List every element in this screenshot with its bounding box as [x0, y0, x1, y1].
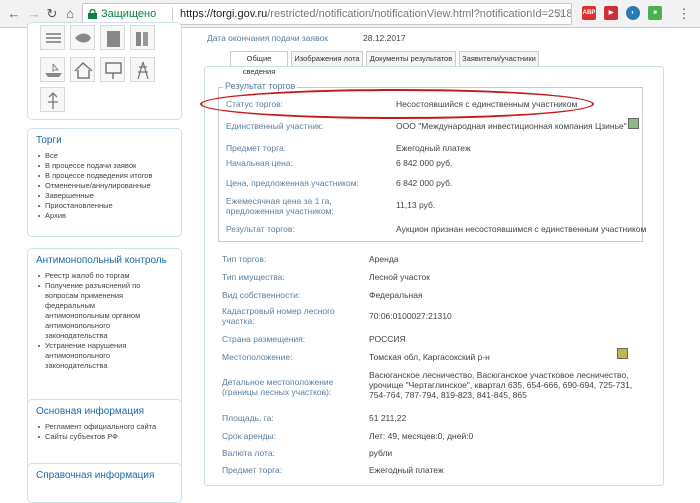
torgi-item-accepting[interactable]: В процессе подачи заявок — [37, 161, 181, 171]
lock-icon — [88, 9, 97, 19]
highlight-annotation — [200, 89, 594, 119]
menu-icon[interactable]: ⋮ — [676, 6, 692, 22]
sidebar: Торги Все В процессе подачи заявок В про… — [27, 22, 182, 503]
billboard-category-icon[interactable] — [100, 57, 125, 82]
main-info-panel-title: Основная информация — [36, 406, 145, 417]
antimonopoly-item-complaints[interactable]: Реестр жалоб по торгам — [37, 271, 181, 281]
url-text[interactable]: https://torgi.gov.ru/restricted/notifica… — [180, 4, 572, 24]
torgi-item-archive[interactable]: Архив — [37, 211, 181, 221]
power-line-category-icon[interactable] — [130, 57, 155, 82]
torgi-item-completed[interactable]: Завершенные — [37, 191, 181, 201]
url-host: https://torgi.gov.ru — [180, 8, 268, 20]
extension-red-icon[interactable]: ▶ — [604, 6, 618, 20]
reload-icon[interactable]: ↻ — [44, 6, 60, 22]
torgi-list: Все В процессе подачи заявок В процессе … — [28, 146, 181, 221]
water-category-icon[interactable] — [40, 25, 65, 50]
participant-details-icon[interactable] — [628, 118, 639, 129]
antenna-category-icon[interactable] — [40, 87, 65, 112]
map-icon[interactable] — [617, 348, 628, 359]
auction-type-label: Тип торгов: — [222, 254, 267, 264]
auction-type-value: Аренда — [369, 254, 399, 264]
category-icons-panel — [27, 22, 182, 120]
tab-lot-images[interactable]: Изображения лота — [291, 51, 363, 66]
country-value: РОССИЯ — [369, 334, 406, 344]
antimonopoly-item-violations[interactable]: Устранение нарушения антимонопольного за… — [37, 341, 152, 371]
currency-label: Валюта лота: — [222, 448, 275, 458]
bid-subject-value: Ежегодный платеж — [369, 465, 444, 475]
boat-category-icon[interactable] — [40, 57, 65, 82]
offered-price-label: Цена, предложенная участником: — [226, 178, 359, 188]
back-icon[interactable]: ← — [6, 6, 22, 22]
main-info-item-regulations[interactable]: Регламент официального сайта — [37, 422, 181, 432]
antimonopoly-panel-title: Антимонопольный контроль — [36, 255, 167, 266]
detailed-location-label: Детальное местоположение (границы лесных… — [222, 377, 334, 397]
deadline-value: 28.12.2017 — [363, 33, 406, 43]
reference-panel-title: Справочная информация — [36, 470, 155, 481]
subject-label: Предмет торга: — [226, 143, 287, 153]
omnibox-divider — [172, 7, 173, 21]
torgi-item-suspended[interactable]: Приостановленные — [37, 201, 181, 211]
subject-value: Ежегодный платеж — [396, 143, 471, 153]
forward-icon[interactable]: → — [26, 6, 42, 22]
reference-panel: Справочная информация — [27, 463, 182, 503]
country-label: Страна размещения: — [222, 334, 306, 344]
building-category-icon[interactable] — [100, 25, 125, 50]
tab-general[interactable]: Общие сведения — [230, 51, 288, 76]
results-legend: Результат торгов — [223, 81, 298, 91]
sole-participant-value[interactable]: ООО "Международная инвестиционная компан… — [396, 121, 627, 131]
detailed-location-value: Васюганское лесничество, Васюганское уча… — [369, 370, 633, 400]
lease-term-value: Лет: 49, месяцев:0, дней:0 — [369, 431, 474, 441]
tab-applicants[interactable]: Заявители/участники — [459, 51, 539, 66]
offered-price-value: 6 842 000 руб. — [396, 178, 453, 188]
ownership-label: Вид собственности: — [222, 290, 301, 300]
result-value: Аукцион признан несостоявшимся с единств… — [396, 224, 647, 234]
location-value: Томская обл, Каргасокский р-н — [369, 352, 490, 362]
antimonopoly-list: Реестр жалоб по торгам Получение разъясн… — [28, 266, 181, 371]
property-type-label: Тип имущества: — [222, 272, 285, 282]
extension-blue-icon[interactable]: ◐ — [626, 6, 640, 20]
cadastral-label: Кадастровый номер лесного участка: — [222, 306, 335, 326]
location-label: Местоположение: — [222, 352, 293, 362]
ownership-value: Федеральная — [369, 290, 423, 300]
torgi-item-summarizing[interactable]: В процессе подведения итогов — [37, 171, 181, 181]
adblock-plus-icon[interactable]: ABP — [582, 6, 596, 20]
url-path: /restricted/notification/notificationVie… — [267, 8, 572, 20]
property-type-value: Лесной участок — [369, 272, 430, 282]
bookmark-star-icon[interactable]: ☆ — [554, 4, 565, 24]
antimonopoly-panel: Антимонопольный контроль Реестр жалоб по… — [27, 248, 182, 416]
torgi-item-cancelled[interactable]: Отмененные/аннулированные — [37, 181, 181, 191]
start-price-value: 6 842 000 руб. — [396, 158, 453, 168]
house-category-icon[interactable] — [70, 57, 95, 82]
fish-category-icon[interactable] — [70, 25, 95, 50]
area-value: 51 211,22 — [369, 413, 407, 423]
lease-term-label: Срок аренды: — [222, 431, 276, 441]
area-label: Площадь, га: — [222, 413, 274, 423]
extension-green-icon[interactable]: ■ — [648, 6, 662, 20]
torgi-panel-title: Торги — [36, 135, 62, 146]
start-price-label: Начальная цена: — [226, 158, 293, 168]
home-icon[interactable]: ⌂ — [62, 6, 78, 22]
bid-subject-label: Предмет торга: — [222, 465, 283, 475]
deadline-label: Дата окончания подачи заявок — [207, 33, 328, 43]
sole-participant-label: Единственный участник: — [226, 121, 324, 131]
antimonopoly-item-clarifications[interactable]: Получение разъяснений по вопросам примен… — [37, 281, 152, 341]
torgi-item-all[interactable]: Все — [37, 151, 181, 161]
currency-value: рубли — [369, 448, 393, 458]
tab-result-documents[interactable]: Документы результатов — [366, 51, 456, 66]
main-info-item-regional-sites[interactable]: Сайты субъектов РФ — [37, 432, 181, 442]
torgi-panel: Торги Все В процессе подачи заявок В про… — [27, 128, 182, 237]
main-info-list: Регламент официального сайта Сайты субъе… — [28, 417, 181, 442]
monthly-price-value: 11,13 руб. — [396, 200, 436, 210]
result-label: Результат торгов: — [226, 224, 295, 234]
monthly-price-label: Ежемесячная цена за 1 га, предложенная у… — [226, 196, 334, 216]
books-category-icon[interactable] — [130, 25, 155, 50]
secure-label: Защищено — [101, 8, 157, 20]
cadastral-value: 70:06:0100027:21310 — [369, 311, 452, 321]
